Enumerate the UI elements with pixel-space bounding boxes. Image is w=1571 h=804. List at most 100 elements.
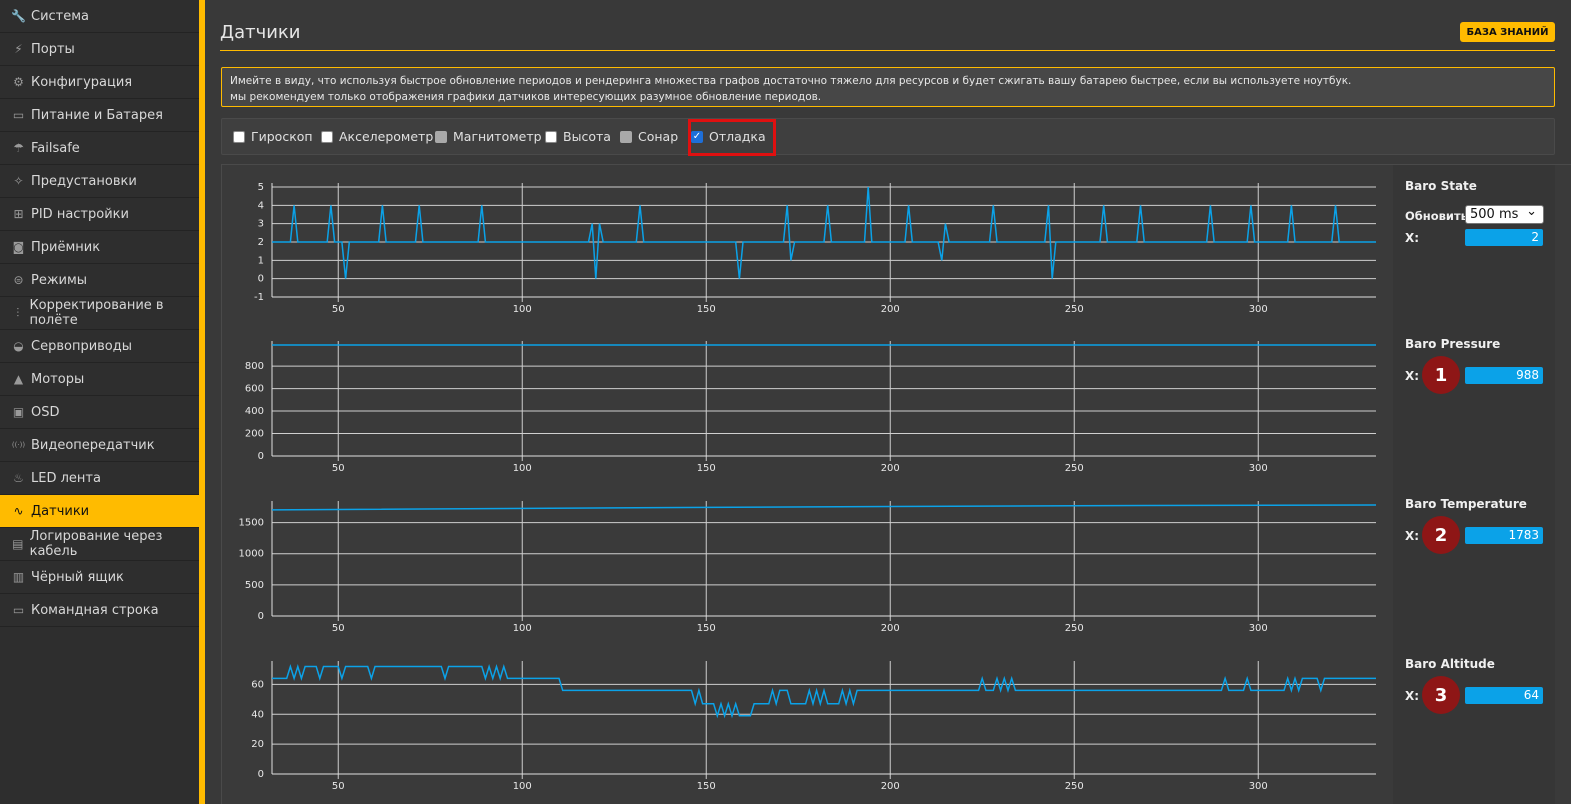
x-tick-label: 300	[1249, 304, 1268, 315]
y-tick-label: 0	[258, 769, 264, 780]
sidebar-item-8[interactable]: ⊜ Режимы	[0, 264, 199, 297]
x-tick-label: 300	[1249, 463, 1268, 474]
sensor-label: Отладка	[709, 129, 766, 144]
note-line-2: мы рекомендуем только отображения график…	[230, 91, 822, 103]
refresh-label: Обновить:	[1405, 209, 1473, 223]
sidebar-item-label: Приёмник	[31, 239, 101, 255]
y-tick-label: 200	[245, 429, 264, 440]
sidebar-item-label: Failsafe	[31, 140, 80, 156]
checkbox-checked[interactable]: ✓	[691, 130, 703, 143]
magic-wand-icon: ✧	[13, 174, 24, 188]
log-icon: ▤	[12, 537, 24, 551]
sidebar-item-15[interactable]: ∿ Датчики	[0, 495, 199, 528]
checkbox[interactable]	[233, 130, 245, 143]
x-tick-label: 50	[332, 304, 345, 315]
sidebar-item-label: Питание и Батарея	[31, 107, 163, 123]
x-tick-label: 200	[881, 781, 900, 792]
sensor-checkbox-3[interactable]: Высота	[545, 119, 611, 154]
sensor-checkbox-5[interactable]: ✓ Отладка	[691, 119, 766, 154]
x-tick-label: 250	[1065, 304, 1084, 315]
x-tick-label: 50	[332, 623, 345, 634]
series-line-0	[272, 186, 1376, 279]
sidebar-item-11[interactable]: ▲ Моторы	[0, 363, 199, 396]
sidebar-item-16[interactable]: ▤ Логирование через кабель	[0, 528, 199, 561]
x-tick-label: 150	[697, 463, 716, 474]
graphs-area: -1 0 1 2 3 4 5 50 100 150 200 250 300 0 200 400 600 800 50…	[221, 164, 1571, 804]
knowledge-base-button[interactable]: БАЗА ЗНАНИЙ	[1460, 22, 1555, 42]
sensor-checkbox-1[interactable]: Акселерометр	[321, 119, 433, 154]
callout-badge: 3	[1422, 676, 1460, 714]
sensor-checkbox-2: Магнитометр	[435, 119, 542, 154]
sidebar-item-label: Моторы	[31, 371, 85, 387]
y-tick-label: 60	[251, 679, 264, 690]
sidebar-item-7[interactable]: ◙ Приёмник	[0, 231, 199, 264]
axis-x-label: X:	[1405, 689, 1420, 703]
y-tick-label: 0	[258, 274, 264, 285]
broadcast-icon: ((·))	[11, 441, 26, 449]
value-bar: 1783	[1465, 527, 1543, 544]
y-tick-label: -1	[254, 292, 264, 303]
checkbox	[435, 130, 447, 143]
sidebar-item-1[interactable]: ⚡ Порты	[0, 33, 199, 66]
sidebar-item-label: Командная строка	[31, 602, 159, 618]
sidebar-item-label: Конфигурация	[31, 74, 133, 90]
pulse-icon: ∿	[13, 504, 24, 518]
y-tick-label: 1500	[239, 518, 264, 529]
sidebar-item-9[interactable]: ⫶ Корректирование в полёте	[0, 297, 199, 330]
panel-title: Baro Temperature	[1405, 497, 1527, 511]
y-tick-label: 500	[245, 580, 264, 591]
sidebar-item-label: LED лента	[31, 470, 101, 486]
x-tick-label: 100	[513, 781, 532, 792]
y-tick-label: 2	[258, 237, 264, 248]
y-tick-label: 20	[251, 739, 264, 750]
checkbox[interactable]	[321, 130, 333, 143]
x-tick-label: 150	[697, 781, 716, 792]
battery-icon: ▭	[12, 108, 25, 122]
osd-icon: ▣	[12, 405, 25, 419]
callout-badge: 2	[1422, 516, 1460, 554]
sidebar-item-label: Сервоприводы	[31, 338, 133, 354]
sidebar-item-18[interactable]: ▭ Командная строка	[0, 594, 199, 627]
sidebar-item-label: Предустановки	[31, 173, 137, 189]
sidebar-item-12[interactable]: ▣ OSD	[0, 396, 199, 429]
y-tick-label: 400	[245, 406, 264, 417]
led-icon: ♨	[13, 471, 24, 485]
sidebar-item-4[interactable]: ☂ Failsafe	[0, 132, 199, 165]
sidebar-item-6[interactable]: ⊞ PID настройки	[0, 198, 199, 231]
plug-icon: ⚡	[14, 42, 23, 56]
y-tick-label: 3	[258, 219, 264, 230]
series-line-2	[271, 504, 1377, 511]
x-tick-label: 200	[881, 623, 900, 634]
sensor-checkbox-0[interactable]: Гироскоп	[233, 119, 313, 154]
y-tick-label: 1000	[239, 549, 264, 560]
sidebar-item-5[interactable]: ✧ Предустановки	[0, 165, 199, 198]
sidebar-item-0[interactable]: 🔧 Система	[0, 0, 199, 33]
sidebar-item-13[interactable]: ((·)) Видеопередатчик	[0, 429, 199, 462]
sidebar-item-14[interactable]: ♨ LED лента	[0, 462, 199, 495]
sensor-graphs-svg: -101234550 100 150 200 250 300020040060080050…	[239, 182, 1377, 792]
sidebar-item-2[interactable]: ⚙ Конфигурация	[0, 66, 199, 99]
x-tick-label: 200	[881, 304, 900, 315]
sensor-label: Гироскоп	[251, 129, 313, 144]
x-tick-label: 50	[332, 781, 345, 792]
performance-note: Имейте в виду, что используя быстрое обн…	[221, 67, 1555, 107]
sidebar-item-label: Система	[31, 8, 90, 24]
toggle-icon: ⊜	[13, 273, 24, 287]
sidebar-item-10[interactable]: ◒ Сервоприводы	[0, 330, 199, 363]
x-tick-label: 250	[1065, 781, 1084, 792]
x-tick-label: 100	[513, 623, 532, 634]
sidebar-item-label: Корректирование в полёте	[29, 298, 164, 328]
y-tick-label: 0	[258, 611, 264, 622]
axis-x-label: X:	[1405, 529, 1420, 543]
x-tick-label: 100	[513, 304, 532, 315]
page-title: Датчики	[220, 22, 301, 43]
sensor-checkbox-4: Сонар	[620, 119, 678, 154]
sensor-label: Высота	[563, 129, 611, 144]
sidebar-item-label: Видеопередатчик	[31, 437, 155, 453]
sidebar-item-3[interactable]: ▭ Питание и Батарея	[0, 99, 199, 132]
refresh-rate-select[interactable]: 500 ms ⌄	[1465, 204, 1544, 224]
checkbox[interactable]	[545, 130, 557, 143]
main-content: Датчики БАЗА ЗНАНИЙ Имейте в виду, что и…	[205, 0, 1571, 804]
note-line-1: Имейте в виду, что используя быстрое обн…	[230, 75, 1352, 87]
sidebar-item-17[interactable]: ▥ Чёрный ящик	[0, 561, 199, 594]
